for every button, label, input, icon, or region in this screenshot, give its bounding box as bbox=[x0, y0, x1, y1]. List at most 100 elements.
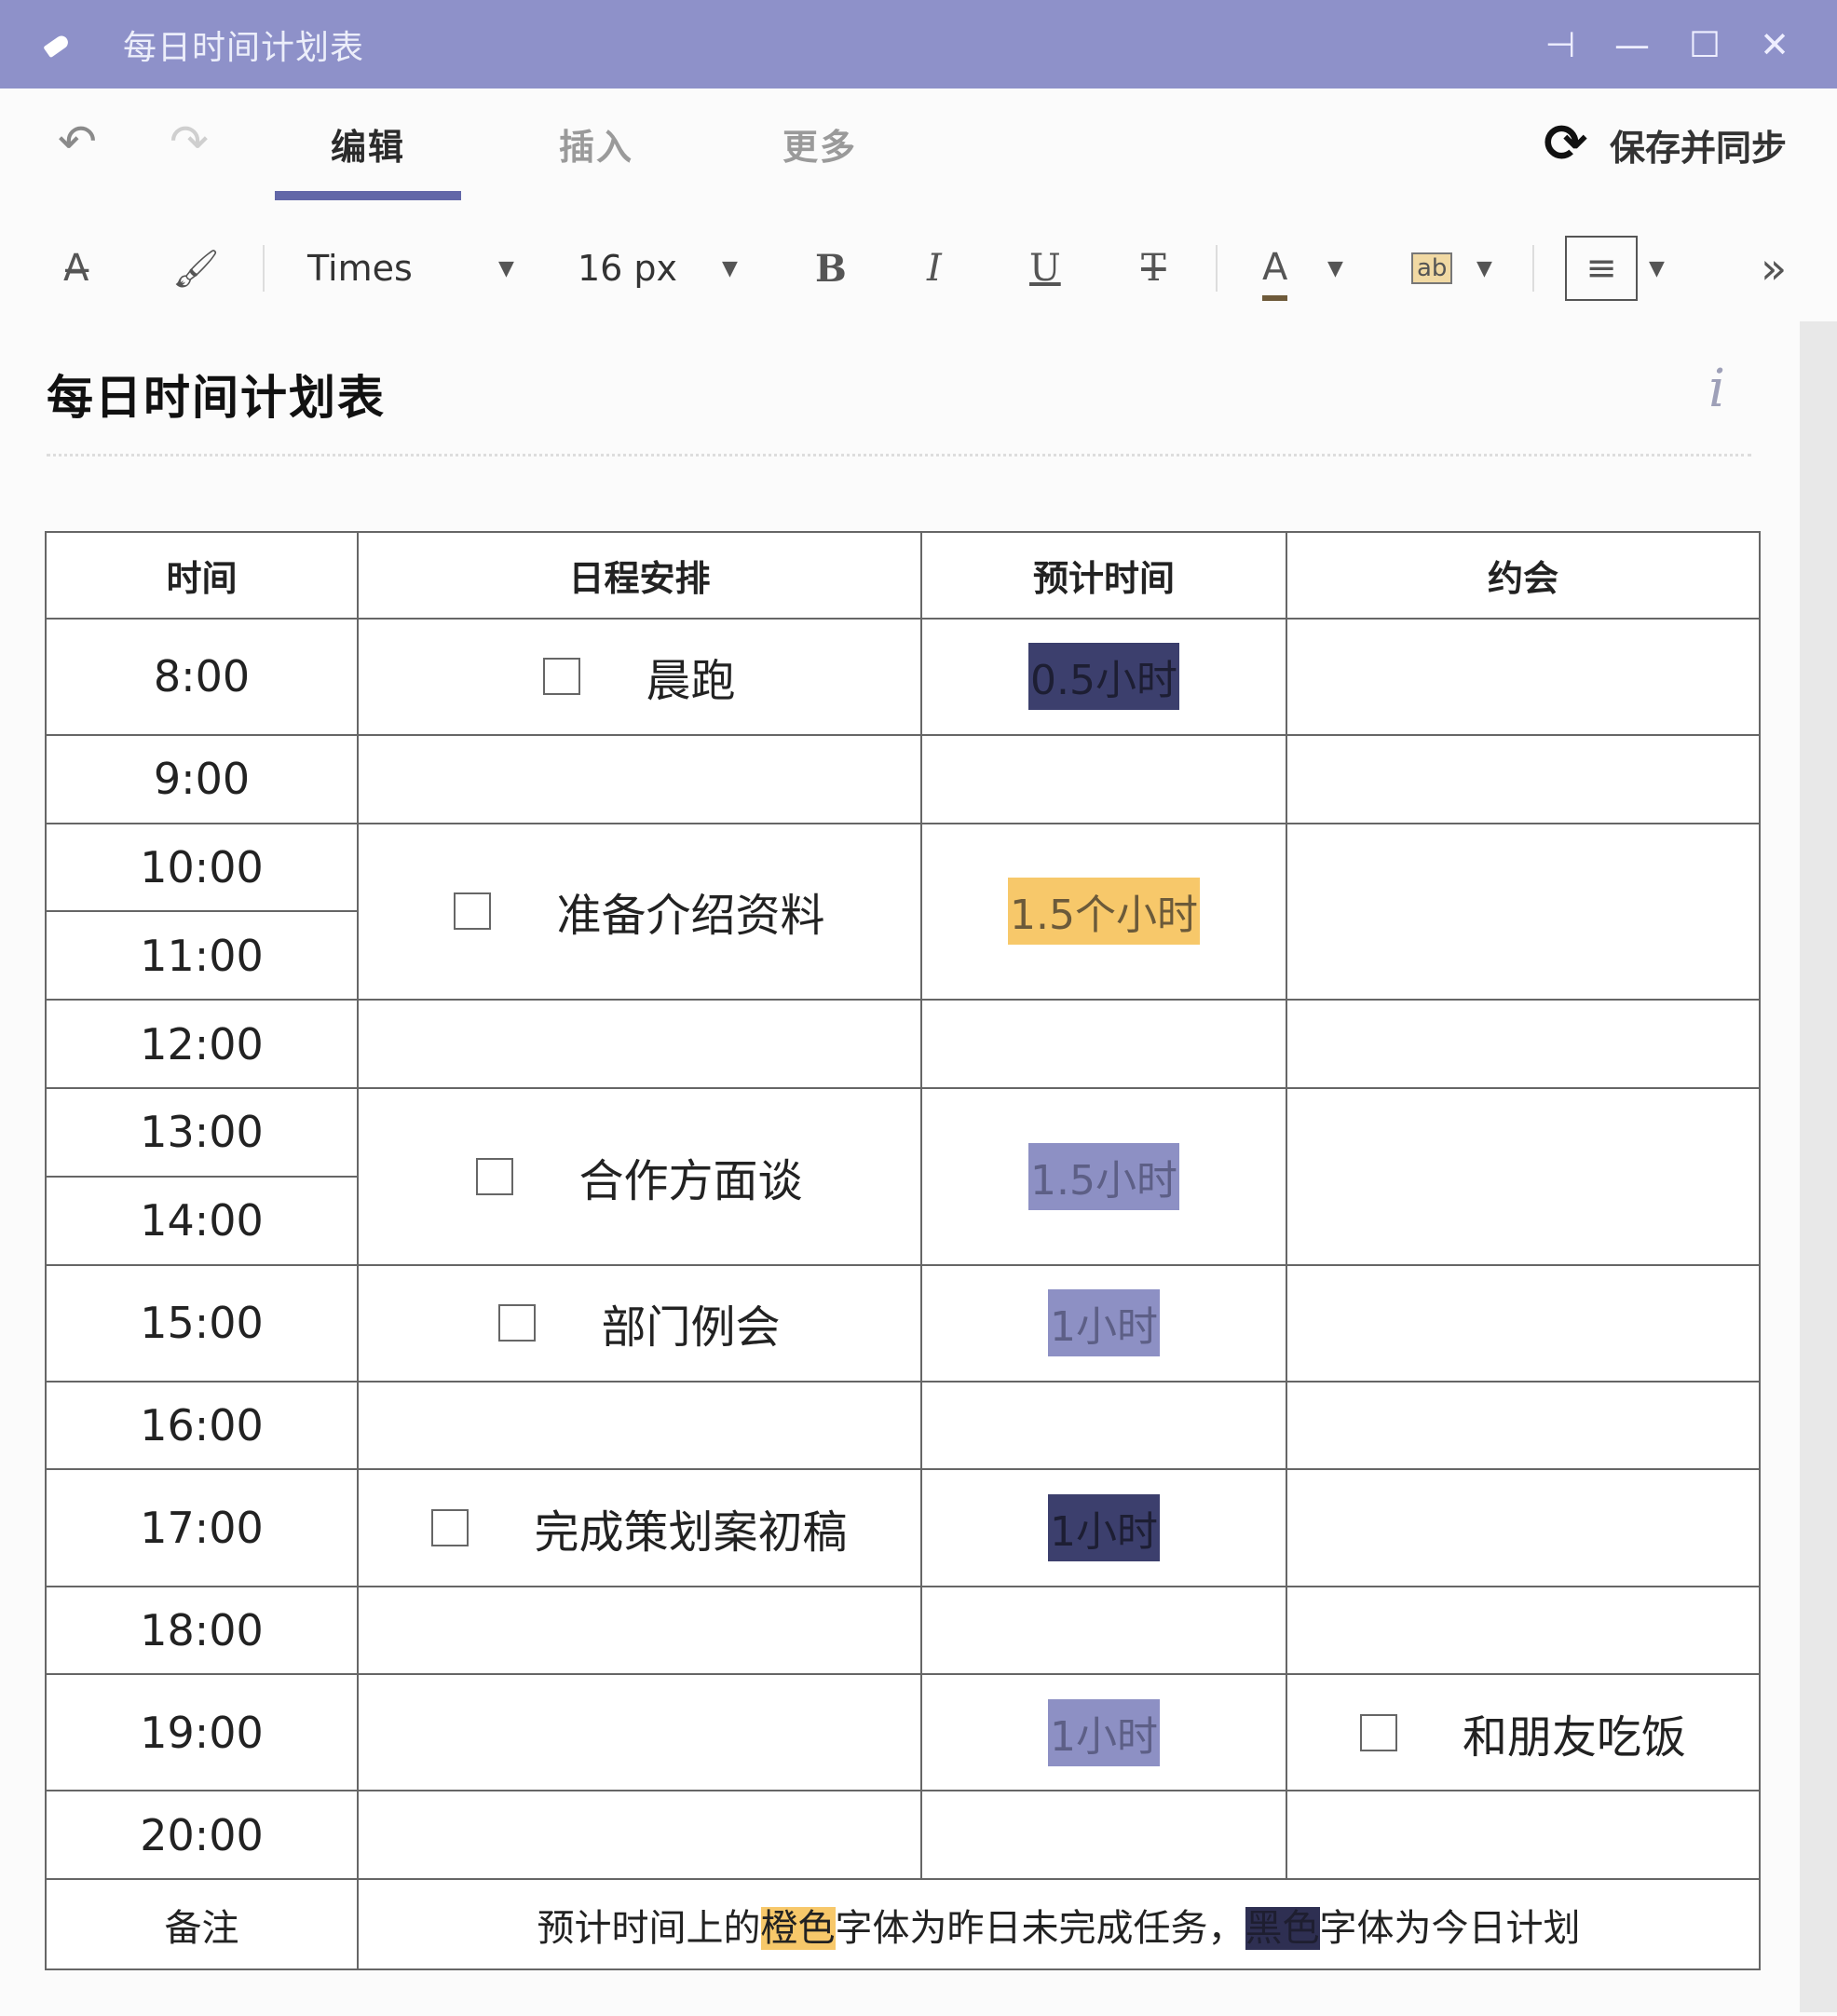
appointment-cell[interactable] bbox=[1286, 733, 1761, 824]
estimate-cell[interactable]: 1小时 bbox=[920, 1468, 1287, 1587]
toolbar-divider bbox=[1532, 245, 1534, 292]
table-row: 8:00 晨跑 0.5小时 bbox=[45, 617, 1761, 736]
schedule-cell[interactable]: 部门例会 bbox=[357, 1263, 922, 1383]
appointment-cell[interactable] bbox=[1286, 617, 1761, 736]
estimate-value: 1小时 bbox=[1048, 1493, 1160, 1561]
table-row: 17:00 完成策划案初稿 1小时 bbox=[45, 1468, 1761, 1587]
appointment-cell[interactable] bbox=[1286, 1087, 1761, 1266]
task-item: 准备介绍资料 bbox=[454, 879, 825, 944]
notes-text-1: 预计时间上的 bbox=[537, 1906, 761, 1950]
estimate-cell[interactable] bbox=[920, 1585, 1287, 1676]
appointment-cell[interactable] bbox=[1286, 1263, 1761, 1383]
schedule-cell[interactable]: 完成策划案初稿 bbox=[357, 1468, 922, 1587]
schedule-cell[interactable]: 晨跑 bbox=[357, 617, 922, 736]
format-toolbar: A̶ 🖌 Times ▼ 16 px ▼ B I U T A ▼ ab ▼ ≡ … bbox=[0, 226, 1837, 320]
table-row: 9:00 bbox=[45, 733, 1761, 824]
font-family-select[interactable]: Times bbox=[307, 226, 413, 310]
undo-icon[interactable]: ↶ bbox=[58, 115, 97, 169]
schedule-cell[interactable] bbox=[357, 1673, 922, 1792]
notes-text-2: 字体为昨日未完成任务， bbox=[835, 1906, 1245, 1950]
estimate-cell[interactable] bbox=[920, 1790, 1287, 1881]
task-checkbox[interactable] bbox=[498, 1304, 537, 1342]
tab-edit[interactable]: 编辑 bbox=[331, 118, 405, 170]
appointment-cell[interactable] bbox=[1286, 999, 1761, 1090]
estimate-cell[interactable]: 1.5个小时 bbox=[920, 822, 1287, 1001]
appointment-cell[interactable] bbox=[1286, 1468, 1761, 1587]
format-painter-icon[interactable]: 🖌 bbox=[172, 226, 220, 310]
time-cell: 18:00 bbox=[45, 1585, 359, 1676]
tab-insert[interactable]: 插入 bbox=[559, 118, 633, 170]
font-color-button[interactable]: A bbox=[1262, 239, 1288, 301]
strikethrough-button[interactable]: T bbox=[1141, 226, 1166, 310]
scrollbar[interactable] bbox=[1800, 321, 1837, 2012]
appointment-label: 和朋友吃饭 bbox=[1462, 1710, 1686, 1764]
estimate-value: 1.5小时 bbox=[1028, 1142, 1179, 1210]
info-icon[interactable]: i bbox=[1708, 359, 1725, 419]
schedule-cell[interactable]: 合作方面谈 bbox=[357, 1087, 922, 1266]
time-cell: 15:00 bbox=[45, 1263, 359, 1383]
appointment-cell[interactable] bbox=[1286, 1790, 1761, 1881]
schedule-cell[interactable] bbox=[357, 733, 922, 824]
notes-cell[interactable]: 预计时间上的橙色字体为昨日未完成任务，黑色字体为今日计划 bbox=[357, 1878, 1761, 1970]
schedule-cell[interactable] bbox=[357, 1790, 922, 1881]
pin-icon[interactable]: ⊣ bbox=[1532, 17, 1588, 73]
appointment-cell[interactable] bbox=[1286, 1585, 1761, 1676]
redo-icon[interactable]: ↷ bbox=[170, 115, 209, 169]
italic-button[interactable]: I bbox=[927, 226, 942, 310]
schedule-cell[interactable] bbox=[357, 1585, 922, 1676]
table-row: 10:00 准备介绍资料 1.5个小时 bbox=[45, 822, 1761, 1001]
underline-button[interactable]: U bbox=[1029, 226, 1061, 310]
table-row: 19:00 1小时 和朋友吃饭 bbox=[45, 1673, 1761, 1792]
align-icon[interactable]: ≡ bbox=[1565, 236, 1638, 301]
table-row: 18:00 bbox=[45, 1585, 1761, 1676]
estimate-cell[interactable] bbox=[920, 1380, 1287, 1471]
estimate-cell[interactable]: 1小时 bbox=[920, 1263, 1287, 1383]
estimate-value: 0.5小时 bbox=[1028, 643, 1179, 711]
active-tab-indicator bbox=[275, 191, 461, 200]
estimate-cell[interactable]: 1小时 bbox=[920, 1673, 1287, 1792]
appointment-cell[interactable] bbox=[1286, 822, 1761, 1001]
time-cell: 10:00 bbox=[45, 822, 359, 913]
more-tools-button[interactable]: » bbox=[1761, 226, 1787, 310]
notes-label: 备注 bbox=[45, 1878, 359, 1970]
table-row: 12:00 bbox=[45, 999, 1761, 1090]
time-cell: 17:00 bbox=[45, 1468, 359, 1587]
estimate-cell[interactable] bbox=[920, 733, 1287, 824]
font-size-select[interactable]: 16 px bbox=[578, 226, 677, 310]
table-row: 20:00 bbox=[45, 1790, 1761, 1881]
schedule-cell[interactable] bbox=[357, 999, 922, 1090]
appointment-checkbox[interactable] bbox=[1359, 1713, 1397, 1751]
close-button[interactable]: ✕ bbox=[1747, 17, 1803, 73]
minimize-button[interactable]: — bbox=[1604, 17, 1660, 73]
appointment-cell[interactable] bbox=[1286, 1380, 1761, 1471]
font-color-dropdown-icon[interactable]: ▼ bbox=[1327, 226, 1343, 310]
task-checkbox[interactable] bbox=[431, 1508, 469, 1546]
task-label: 晨跑 bbox=[646, 655, 736, 708]
task-label: 合作方面谈 bbox=[578, 1154, 803, 1207]
task-checkbox[interactable] bbox=[454, 892, 492, 931]
time-cell: 8:00 bbox=[45, 617, 359, 736]
highlight-dropdown-icon[interactable]: ▼ bbox=[1476, 226, 1492, 310]
font-size-dropdown-icon[interactable]: ▼ bbox=[722, 226, 738, 310]
task-checkbox[interactable] bbox=[476, 1157, 514, 1195]
clear-format-icon[interactable]: A̶ bbox=[63, 226, 88, 310]
task-label: 完成策划案初稿 bbox=[534, 1505, 848, 1559]
schedule-cell[interactable] bbox=[357, 1380, 922, 1471]
tab-more[interactable]: 更多 bbox=[782, 118, 857, 170]
font-family-dropdown-icon[interactable]: ▼ bbox=[498, 226, 514, 310]
estimate-cell[interactable] bbox=[920, 999, 1287, 1090]
align-dropdown-icon[interactable]: ▼ bbox=[1649, 226, 1665, 310]
highlight-color-button[interactable]: ab bbox=[1411, 252, 1453, 284]
appointment-cell[interactable]: 和朋友吃饭 bbox=[1286, 1673, 1761, 1792]
appointment-item: 和朋友吃饭 bbox=[1359, 1700, 1686, 1765]
save-sync-button[interactable]: ⟳ 保存并同步 bbox=[1544, 118, 1787, 170]
maximize-button[interactable]: ☐ bbox=[1677, 17, 1733, 73]
document-title[interactable]: 每日时间计划表 bbox=[47, 361, 386, 428]
bold-button[interactable]: B bbox=[815, 226, 847, 310]
task-item: 晨跑 bbox=[543, 644, 736, 709]
task-checkbox[interactable] bbox=[543, 658, 581, 696]
schedule-cell[interactable]: 准备介绍资料 bbox=[357, 822, 922, 1001]
time-cell: 13:00 bbox=[45, 1087, 359, 1178]
estimate-cell[interactable]: 1.5小时 bbox=[920, 1087, 1287, 1266]
estimate-cell[interactable]: 0.5小时 bbox=[920, 617, 1287, 736]
